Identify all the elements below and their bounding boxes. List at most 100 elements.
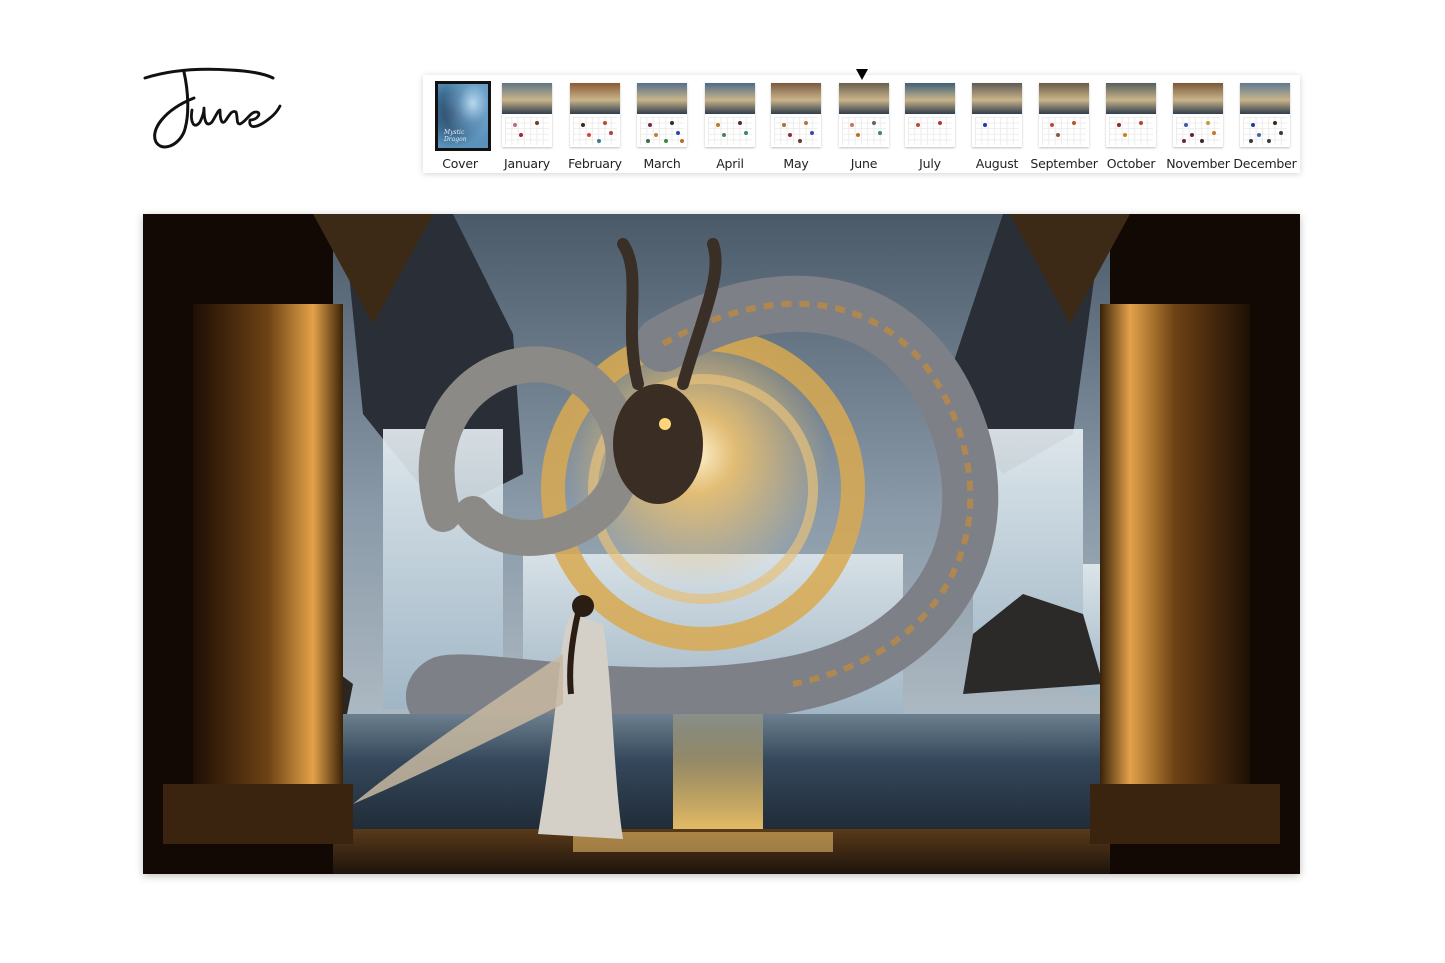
event-dot — [782, 123, 786, 127]
event-dot — [609, 131, 613, 135]
event-dot — [1050, 123, 1054, 127]
event-dot — [513, 123, 517, 127]
event-dot — [646, 139, 650, 143]
event-dot — [1212, 131, 1216, 135]
month-thumbnail-label: March — [643, 156, 681, 171]
month-art-image — [771, 83, 821, 114]
calendar-page-preview — [705, 83, 755, 147]
calendar-grid — [975, 117, 1019, 145]
event-dot — [664, 139, 668, 143]
calendar-grid — [1042, 117, 1086, 145]
calendar-grid — [842, 117, 886, 145]
event-dot — [1267, 139, 1271, 143]
event-dot — [738, 121, 742, 125]
event-dot — [654, 133, 658, 137]
event-dot — [872, 121, 876, 125]
event-dot — [1117, 123, 1121, 127]
calendar-page-preview — [839, 83, 889, 147]
event-dot — [676, 131, 680, 135]
calendar-page-preview — [771, 83, 821, 147]
calendar-page-preview — [1039, 83, 1089, 147]
month-thumbnail-may[interactable]: May — [765, 81, 827, 171]
calendar-page-preview — [972, 83, 1022, 147]
event-dot — [1190, 133, 1194, 137]
event-dot — [744, 131, 748, 135]
month-thumbnail-july[interactable]: July — [899, 81, 961, 171]
month-art-image — [1039, 83, 1089, 114]
month-thumbnail-november[interactable]: November — [1166, 81, 1230, 171]
event-dot — [587, 133, 591, 137]
month-thumbnail-june[interactable]: June — [833, 81, 895, 171]
month-art-image — [705, 83, 755, 114]
calendar-page-preview — [570, 83, 620, 147]
month-thumbnail-august[interactable]: August — [966, 81, 1028, 171]
month-art-image — [1240, 83, 1290, 114]
calendar-page-preview — [502, 83, 552, 147]
event-dot — [1184, 123, 1188, 127]
month-thumbnail-october[interactable]: October — [1100, 81, 1162, 171]
calendar-grid — [505, 117, 549, 145]
event-dot — [535, 121, 539, 125]
cover-art-image: Mystic Dragon — [438, 84, 488, 148]
month-title-script — [143, 67, 282, 149]
june-artwork — [143, 214, 1300, 874]
event-dot — [938, 121, 942, 125]
month-thumbnail-cover[interactable]: Mystic Dragon Cover — [429, 81, 491, 171]
month-art-image — [637, 83, 687, 114]
event-dot — [1072, 121, 1076, 125]
event-dot — [850, 123, 854, 127]
event-dot — [680, 139, 684, 143]
month-thumbnail-september[interactable]: September — [1030, 81, 1098, 171]
month-thumbnail-label: May — [783, 156, 809, 171]
calendar-grid — [640, 117, 684, 145]
event-dot — [1056, 133, 1060, 137]
calendar-grid — [1109, 117, 1153, 145]
calendar-page-preview — [637, 83, 687, 147]
calendar-grid — [774, 117, 818, 145]
calendar-page-preview — [1240, 83, 1290, 147]
calendar-grid — [573, 117, 617, 145]
dragon-artwork-illustration — [143, 214, 1300, 874]
event-dot — [1251, 123, 1255, 127]
event-dot — [878, 131, 882, 135]
event-dot — [603, 121, 607, 125]
calendar-page-preview — [1106, 83, 1156, 147]
month-art-image — [839, 83, 889, 114]
event-dot — [1123, 133, 1127, 137]
calendar-grid — [908, 117, 952, 145]
month-thumbnail-december[interactable]: December — [1233, 81, 1297, 171]
cover-title-text: Mystic Dragon — [444, 129, 467, 143]
event-dot — [1200, 139, 1204, 143]
month-thumbnail-label: January — [504, 156, 550, 171]
event-dot — [788, 133, 792, 137]
event-dot — [581, 123, 585, 127]
month-thumbnail-april[interactable]: April — [699, 81, 761, 171]
month-art-image — [1173, 83, 1223, 114]
month-thumbnail-march[interactable]: March — [631, 81, 693, 171]
event-dot — [716, 123, 720, 127]
event-dot — [597, 139, 601, 143]
month-art-image — [1106, 83, 1156, 114]
month-art-image — [905, 83, 955, 114]
event-dot — [916, 123, 920, 127]
month-art-image — [570, 83, 620, 114]
calendar-grid — [1243, 117, 1287, 145]
event-dot — [810, 131, 814, 135]
event-dot — [1182, 139, 1186, 143]
event-dot — [1273, 121, 1277, 125]
month-thumbnail-february[interactable]: February — [564, 81, 626, 171]
event-dot — [1206, 121, 1210, 125]
event-dot — [722, 133, 726, 137]
month-thumbnail-january[interactable]: January — [496, 81, 558, 171]
month-art-image — [502, 83, 552, 114]
event-dot — [983, 123, 987, 127]
event-dot — [804, 121, 808, 125]
event-dot — [670, 121, 674, 125]
event-dot — [519, 133, 523, 137]
selected-month-marker-icon — [856, 69, 868, 80]
month-thumbnail-label: December — [1233, 156, 1297, 171]
event-dot — [798, 139, 802, 143]
cover-preview: Mystic Dragon — [435, 81, 491, 151]
event-dot — [1279, 131, 1283, 135]
calendar-page-preview — [1173, 83, 1223, 147]
